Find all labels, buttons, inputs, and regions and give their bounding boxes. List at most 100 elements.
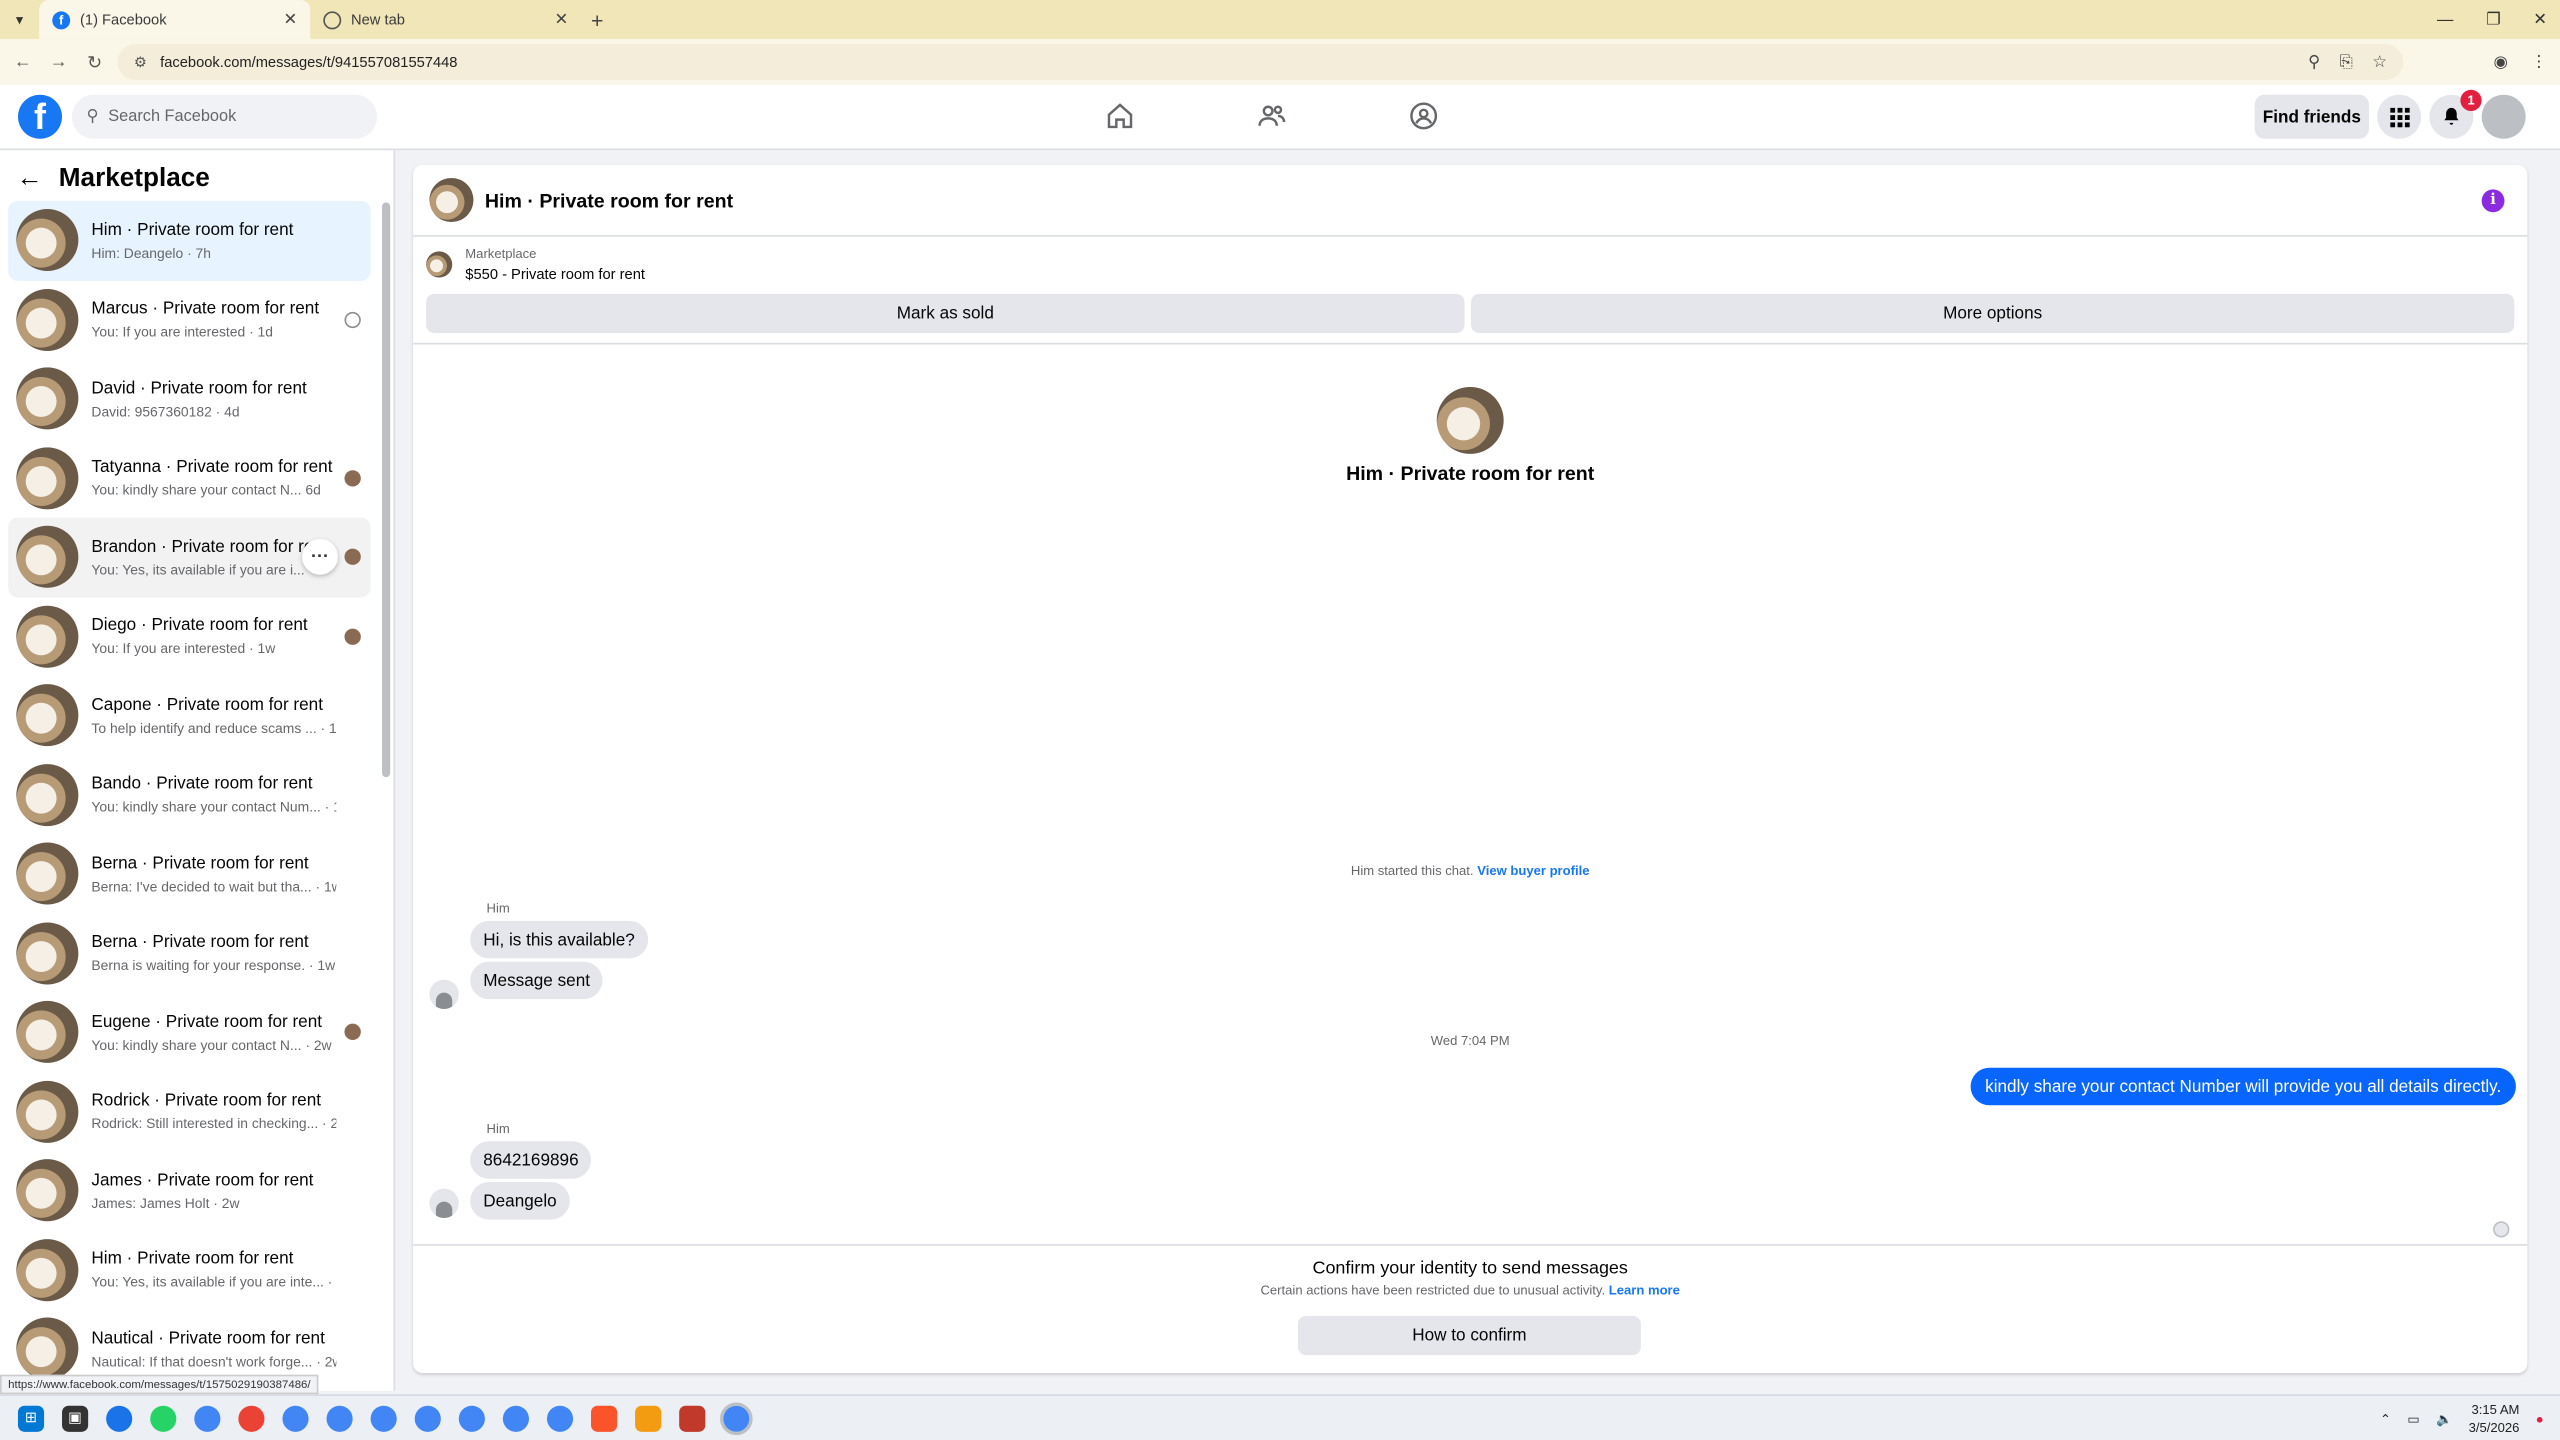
account-avatar[interactable]	[2481, 94, 2526, 139]
profile-icon[interactable]: ◉	[2493, 53, 2507, 71]
listing-avatar-large	[1436, 386, 1504, 454]
conversation-name: Eugene · Private room for rent	[91, 1011, 323, 1032]
new-tab-button[interactable]: +	[591, 7, 603, 31]
conversation-item[interactable]: James · Private room for rent James: Jame…	[8, 1151, 370, 1230]
find-friends-button[interactable]: Find friends	[2254, 94, 2369, 139]
chrome-profile-icon[interactable]	[502, 1404, 529, 1432]
conversation-name: Tatyanna · Private room for rent	[91, 457, 333, 478]
network-icon[interactable]: ▭	[2407, 1411, 2419, 1426]
chrome-icon[interactable]	[106, 1404, 133, 1432]
menu-grid-icon[interactable]	[2377, 94, 2422, 139]
sender-avatar[interactable]	[429, 1188, 459, 1218]
browser-tab-facebook[interactable]: f (1) Facebook ✕	[39, 0, 311, 40]
conversation-item[interactable]: David · Private room for rent David: 9567…	[8, 359, 370, 438]
groups-icon[interactable]	[1406, 98, 1442, 134]
conversation-preview: You: kindly share your contact N... 6d	[91, 482, 321, 499]
chrome-profile-icon[interactable]	[194, 1404, 221, 1432]
task-view-icon[interactable]: ▣	[62, 1404, 89, 1432]
reload-icon[interactable]: ↻	[77, 51, 113, 73]
notification-bell-icon[interactable]: ●	[2536, 1411, 2544, 1426]
clock[interactable]: 3:15 AM 3/5/2026	[2469, 1401, 2520, 1437]
conversation-preview: Him: Deangelo · 7h	[91, 244, 211, 261]
mark-as-sold-button[interactable]: Mark as sold	[426, 293, 1465, 334]
sidebar-scrollbar[interactable]	[382, 202, 391, 778]
more-options-button[interactable]: More options	[1471, 293, 2515, 334]
learn-more-link[interactable]: Learn more	[1609, 1283, 1680, 1298]
chrome-profile-icon[interactable]	[282, 1404, 309, 1432]
forward-icon[interactable]: →	[41, 52, 77, 72]
restore-icon[interactable]: ❐	[2486, 11, 2501, 29]
conversation-item[interactable]: Bando · Private room for rent You: kindly…	[8, 755, 370, 834]
back-arrow-icon[interactable]: ←	[16, 165, 42, 194]
chrome-profile-icon[interactable]	[414, 1404, 441, 1432]
vlc-icon[interactable]	[635, 1404, 662, 1432]
facebook-logo-icon[interactable]: f	[17, 94, 63, 139]
listing-thumbnail	[16, 209, 79, 272]
incoming-message[interactable]: 8642169896	[470, 1141, 592, 1179]
listing-thumbnail	[16, 288, 79, 351]
conversation-item[interactable]: Brandon · Private room for re... You: Yes…	[8, 517, 371, 597]
listing-thumbnail	[16, 1238, 79, 1301]
how-to-confirm-button[interactable]: How to confirm	[1297, 1315, 1641, 1356]
listing-summary[interactable]: Marketplace $550 - Private room for rent	[426, 247, 645, 282]
volume-icon[interactable]: 🔈	[2436, 1411, 2452, 1426]
sidebar-title: Marketplace	[58, 164, 210, 193]
conversation-item[interactable]: Berna · Private room for rent Berna: I've…	[8, 834, 370, 913]
app-icon[interactable]	[679, 1404, 706, 1432]
search-input[interactable]: ⚲ Search Facebook	[71, 94, 378, 139]
globe-icon	[323, 10, 342, 29]
back-icon[interactable]: ←	[5, 52, 41, 72]
whatsapp-icon[interactable]	[150, 1404, 177, 1432]
windows-start-icon[interactable]: ⊞	[17, 1404, 45, 1432]
url-text: facebook.com/messages/t/941557081557448	[160, 53, 458, 71]
bookmark-star-icon[interactable]: ☆	[2372, 53, 2387, 71]
zoom-icon[interactable]: ⚲	[2308, 53, 2320, 71]
browser-menu-icon[interactable]: ⋮	[2531, 53, 2547, 71]
chrome-profile-icon[interactable]	[370, 1404, 397, 1432]
more-options-icon[interactable]: ···	[302, 538, 338, 575]
brave-icon[interactable]	[591, 1404, 618, 1432]
home-icon[interactable]	[1102, 98, 1138, 134]
chrome-active-icon[interactable]	[719, 1401, 753, 1435]
chat-title[interactable]: Him · Private room for rent	[485, 189, 733, 212]
conversation-item[interactable]: Him · Private room for rent Him: Deangelo…	[8, 200, 371, 280]
close-tab-icon[interactable]: ✕	[554, 11, 568, 29]
outgoing-message[interactable]: kindly share your contact Number will pr…	[1970, 1067, 2516, 1106]
conversation-preview: You: kindly share your contact N... · 2w	[91, 1036, 332, 1053]
incoming-message[interactable]: Hi, is this available?	[470, 920, 648, 959]
conversation-item[interactable]: Diego · Private room for rent You: If you…	[8, 597, 370, 676]
browser-tab-new[interactable]: New tab ✕	[310, 0, 581, 39]
conversation-item[interactable]: Tatyanna · Private room for rent You: kin…	[8, 438, 370, 517]
friends-icon[interactable]	[1254, 98, 1290, 134]
tab-search-icon[interactable]: ▾	[0, 0, 39, 39]
conversation-item[interactable]: Eugene · Private room for rent You: kindl…	[8, 993, 370, 1072]
chrome-profile-icon[interactable]	[238, 1404, 265, 1432]
install-icon[interactable]: ⎘	[2340, 53, 2353, 71]
incoming-message[interactable]: Message sent	[470, 961, 604, 1000]
chat-listing-avatar[interactable]	[429, 177, 474, 223]
conversation-name: Brandon · Private room for re...	[91, 536, 328, 557]
chrome-profile-icon[interactable]	[458, 1404, 485, 1432]
site-settings-icon[interactable]: ⚙	[134, 53, 147, 71]
search-placeholder: Search Facebook	[108, 107, 237, 126]
minimize-icon[interactable]: —	[2437, 11, 2453, 29]
address-bar[interactable]: ⚙ facebook.com/messages/t/94155708155744…	[117, 44, 2404, 80]
conversation-item[interactable]: Berna · Private room for rent Berna is wa…	[8, 913, 370, 992]
close-window-icon[interactable]: ✕	[2533, 11, 2547, 29]
tray-overflow-icon[interactable]: ⌃	[2380, 1411, 2391, 1426]
listing-thumbnail	[16, 1159, 79, 1222]
incoming-message[interactable]: Deangelo	[470, 1182, 570, 1220]
conversation-preview: Nautical: If that doesn't work forge... …	[91, 1353, 337, 1370]
conversation-item[interactable]: Him · Private room for rent You: Yes, its…	[8, 1230, 370, 1309]
sender-name: Him	[486, 901, 510, 916]
conversation-item[interactable]: Capone · Private room for rent To help id…	[8, 676, 370, 755]
close-tab-icon[interactable]: ✕	[283, 11, 297, 29]
clock-date: 3/5/2026	[2468, 1420, 2520, 1436]
chrome-profile-icon[interactable]	[546, 1404, 574, 1432]
view-buyer-profile-link[interactable]: View buyer profile	[1477, 864, 1589, 879]
conversation-item[interactable]: Marcus · Private room for rent You: If yo…	[8, 280, 370, 359]
sender-avatar[interactable]	[429, 979, 459, 1009]
conversation-item[interactable]: Rodrick · Private room for rent Rodrick: …	[8, 1072, 370, 1151]
info-icon[interactable]: i	[2481, 189, 2505, 213]
chrome-profile-icon[interactable]	[326, 1404, 353, 1432]
